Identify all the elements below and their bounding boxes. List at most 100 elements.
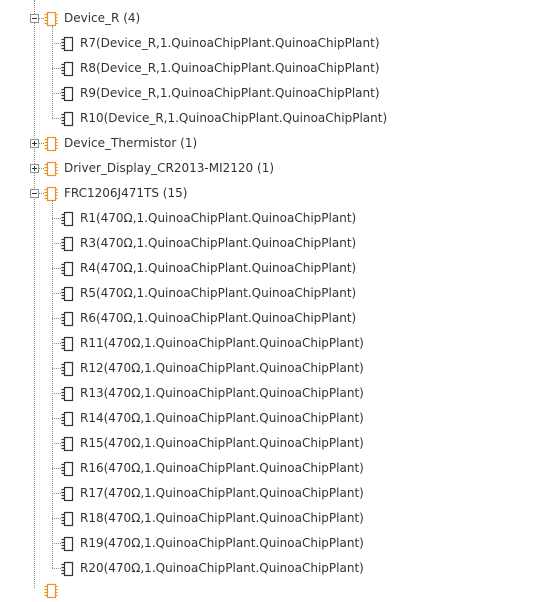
group-count: (1) [180,136,198,150]
tree-group-row[interactable]: Driver_Display_CR2013-MI2120 (1) [0,156,555,181]
component-icon [61,111,75,127]
component-icon [61,36,75,52]
component-tree: Device_R (4) R7(Device_R,1.QuinoaChipPlan… [0,0,555,599]
tree-item-row[interactable]: R12(470Ω,1.QuinoaChipPlant.QuinoaChipPla… [0,356,555,381]
tree-item-row[interactable]: R19(470Ω,1.QuinoaChipPlant.QuinoaChipPla… [0,531,555,556]
tree-item-row[interactable]: R15(470Ω,1.QuinoaChipPlant.QuinoaChipPla… [0,431,555,456]
tree-item-label: R12(470Ω,1.QuinoaChipPlant.QuinoaChipPla… [80,361,364,375]
tree-item-label: R14(470Ω,1.QuinoaChipPlant.QuinoaChipPla… [80,411,364,425]
tree-group-row[interactable]: Device_R (4) [0,6,555,31]
tree-item-row[interactable]: R4(470Ω,1.QuinoaChipPlant.QuinoaChipPlan… [0,256,555,281]
component-icon [61,286,75,302]
tree-item-row[interactable]: R8(Device_R,1.QuinoaChipPlant.QuinoaChip… [0,56,555,81]
next-group-icon [44,583,58,599]
tree-item-label: R3(470Ω,1.QuinoaChipPlant.QuinoaChipPlan… [80,236,357,250]
connector-line [52,268,61,269]
tree-item-row[interactable]: R16(470Ω,1.QuinoaChipPlant.QuinoaChipPla… [0,456,555,481]
connector-line [52,218,61,219]
connector-line [52,43,61,44]
connector-line [52,468,61,469]
tree-group-row[interactable]: Device_Thermistor (1) [0,131,555,156]
tree-item-label: R7(Device_R,1.QuinoaChipPlant.QuinoaChip… [80,36,380,50]
group-count: (15) [162,186,188,200]
connector-line [39,143,44,144]
plus-box-icon[interactable] [30,139,39,148]
tree-group-label: Device_Thermistor (1) [64,135,197,152]
minus-box-icon[interactable] [30,14,39,23]
component-group-icon [44,161,58,177]
component-icon [61,236,75,252]
tree-item-label: R15(470Ω,1.QuinoaChipPlant.QuinoaChipPla… [80,436,364,450]
group-count: (1) [257,161,275,175]
tree-item-label: R8(Device_R,1.QuinoaChipPlant.QuinoaChip… [80,61,380,75]
tree-item-row[interactable]: R6(470Ω,1.QuinoaChipPlant.QuinoaChipPlan… [0,306,555,331]
tree-item-row[interactable]: R5(470Ω,1.QuinoaChipPlant.QuinoaChipPlan… [0,281,555,306]
group-name: Device_R [64,11,120,25]
connector-line [39,18,44,19]
connector-line [52,293,61,294]
connector-line [52,443,61,444]
connector-line [39,193,44,194]
connector-line [52,68,61,69]
connector-line [52,318,61,319]
tree-item-label: R5(470Ω,1.QuinoaChipPlant.QuinoaChipPlan… [80,286,357,300]
tree-item-label: R20(470Ω,1.QuinoaChipPlant.QuinoaChipPla… [80,561,364,575]
component-icon [61,436,75,452]
component-icon [61,461,75,477]
tree-group-label: Driver_Display_CR2013-MI2120 (1) [64,160,274,177]
group-name: Device_Thermistor [64,136,177,150]
tree-item-label: R6(470Ω,1.QuinoaChipPlant.QuinoaChipPlan… [80,311,357,325]
tree-item-label: R13(470Ω,1.QuinoaChipPlant.QuinoaChipPla… [80,386,364,400]
tree-group-label: Device_R (4) [64,10,140,27]
tree-group-row[interactable]: FRC1206J471TS (15) [0,181,555,206]
component-icon [61,86,75,102]
minus-box-icon[interactable] [30,189,39,198]
component-group-icon [44,11,58,27]
tree-item-label: R16(470Ω,1.QuinoaChipPlant.QuinoaChipPla… [80,461,364,475]
tree-item-label: R9(Device_R,1.QuinoaChipPlant.QuinoaChip… [80,86,380,100]
connector-line [52,93,61,94]
component-icon [61,211,75,227]
connector-line [52,568,61,569]
tree-item-row[interactable]: R18(470Ω,1.QuinoaChipPlant.QuinoaChipPla… [0,506,555,531]
component-icon [61,311,75,327]
tree-item-row[interactable]: R14(470Ω,1.QuinoaChipPlant.QuinoaChipPla… [0,406,555,431]
component-icon [61,336,75,352]
tree-group-label: FRC1206J471TS (15) [64,185,187,202]
connector-line [52,201,53,568]
group-name: Driver_Display_CR2013-MI2120 [64,161,254,175]
tree-item-row[interactable]: R10(Device_R,1.QuinoaChipPlant.QuinoaChi… [0,106,555,131]
component-icon [61,411,75,427]
tree-item-row[interactable]: R1(470Ω,1.QuinoaChipPlant.QuinoaChipPlan… [0,206,555,231]
connector-line [52,243,61,244]
connector-line [52,393,61,394]
component-icon [61,261,75,277]
connector-line [52,368,61,369]
tree-item-label: R10(Device_R,1.QuinoaChipPlant.QuinoaChi… [80,111,388,125]
component-icon [61,511,75,527]
group-name: FRC1206J471TS [64,186,159,200]
connector-line [52,26,53,118]
tree-item-label: R18(470Ω,1.QuinoaChipPlant.QuinoaChipPla… [80,511,364,525]
component-icon [61,361,75,377]
component-group-icon [44,186,58,202]
tree-item-row[interactable]: R3(470Ω,1.QuinoaChipPlant.QuinoaChipPlan… [0,231,555,256]
plus-box-icon[interactable] [30,164,39,173]
connector-line [52,418,61,419]
component-icon [61,561,75,577]
tree-item-row[interactable]: R13(470Ω,1.QuinoaChipPlant.QuinoaChipPla… [0,381,555,406]
connector-line [52,343,61,344]
tree-item-label: R17(470Ω,1.QuinoaChipPlant.QuinoaChipPla… [80,486,364,500]
tree-item-label: R1(470Ω,1.QuinoaChipPlant.QuinoaChipPlan… [80,211,357,225]
tree-item-row[interactable]: R11(470Ω,1.QuinoaChipPlant.QuinoaChipPla… [0,331,555,356]
tree-item-label: R11(470Ω,1.QuinoaChipPlant.QuinoaChipPla… [80,336,364,350]
connector-line [52,543,61,544]
component-icon [61,486,75,502]
tree-item-row[interactable]: R17(470Ω,1.QuinoaChipPlant.QuinoaChipPla… [0,481,555,506]
connector-line [52,493,61,494]
connector-line [52,118,61,119]
component-group-icon [44,136,58,152]
tree-item-row[interactable]: R9(Device_R,1.QuinoaChipPlant.QuinoaChip… [0,81,555,106]
tree-item-row[interactable]: R20(470Ω,1.QuinoaChipPlant.QuinoaChipPla… [0,556,555,581]
tree-item-row[interactable]: R7(Device_R,1.QuinoaChipPlant.QuinoaChip… [0,31,555,56]
